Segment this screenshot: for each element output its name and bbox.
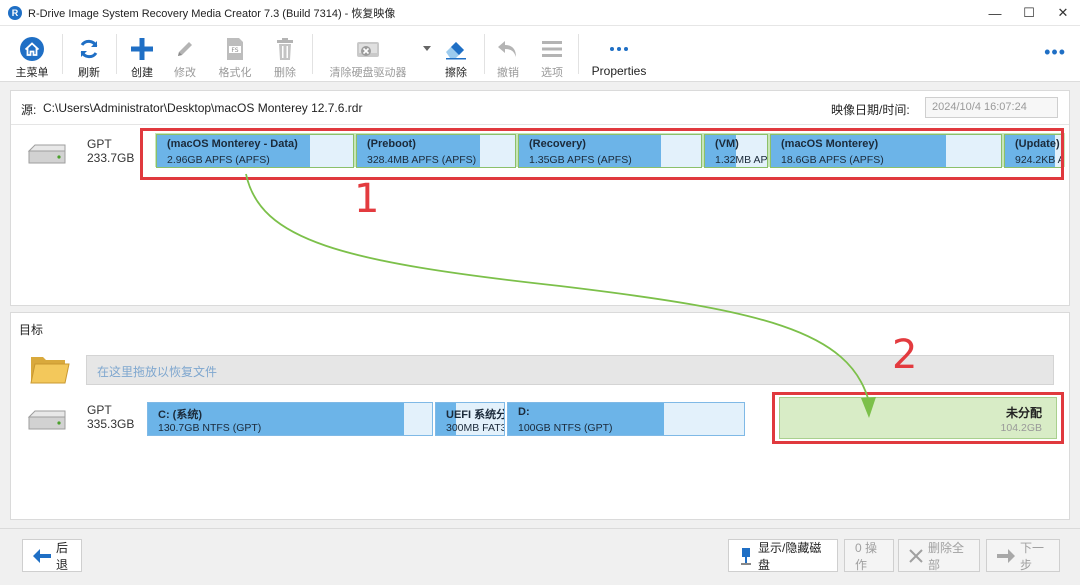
operations-button[interactable]: 0 操作 <box>844 539 894 572</box>
source-disk-size: 233.7GB <box>87 151 135 165</box>
folder-icon <box>30 357 70 384</box>
create-label: 创建 <box>131 67 153 79</box>
toolbar-separator <box>484 34 485 74</box>
source-header: 源: C:\Users\Administrator\Desktop\macOS … <box>11 91 1069 125</box>
arrow-right-icon <box>997 548 1015 563</box>
refresh-label: 刷新 <box>78 67 100 79</box>
refresh-icon <box>77 32 101 66</box>
format-fs-icon: FS <box>224 32 246 66</box>
target-partition[interactable]: C: (系统) 130.7GB NTFS (GPT) <box>147 402 433 436</box>
main-menu-label: 主菜单 <box>15 67 49 79</box>
bottom-bar: 后退 显示/隐藏磁盘 0 操作 删除全部 下一步 <box>0 528 1080 585</box>
back-button[interactable]: 后退 <box>22 539 82 572</box>
undo-icon <box>496 32 520 66</box>
app-logo-icon: R <box>8 5 22 20</box>
show-hide-disks-label: 显示/隐藏磁盘 <box>758 540 822 572</box>
delete-all-label: 删除全部 <box>928 540 965 572</box>
partition-detail: 300MB FAT32 (GPT) <box>446 422 504 434</box>
chevron-down-icon <box>423 32 431 66</box>
window-title: R-Drive Image System Recovery Media Crea… <box>28 7 396 20</box>
annotation-mark-1: 1 <box>354 176 380 222</box>
partition-name: C: (系统) <box>158 409 202 421</box>
wipe-drive-icon <box>353 32 383 66</box>
image-date-label: 映像日期/时间: <box>831 103 910 117</box>
erase-button[interactable]: 擦除 <box>438 26 474 82</box>
partition-detail: 100GB NTFS (GPT) <box>518 422 613 434</box>
disk-drive-icon <box>27 144 66 164</box>
properties-button[interactable]: Properties <box>588 26 650 82</box>
home-icon <box>19 32 45 66</box>
title-bar: R R-Drive Image System Recovery Media Cr… <box>0 0 1080 26</box>
wipe-dropdown-button[interactable] <box>420 26 434 82</box>
plus-icon <box>130 32 154 66</box>
options-label: 选项 <box>541 67 563 79</box>
back-label: 后退 <box>56 540 69 572</box>
more-dots-icon <box>608 32 630 66</box>
target-partition[interactable]: UEFI 系统分区 300MB FAT32 (GPT) <box>435 402 505 436</box>
undo-button[interactable]: 撤销 <box>490 26 526 82</box>
target-disk-type: GPT <box>87 403 112 417</box>
annotation-box-source <box>140 128 1064 180</box>
delete-label: 删除 <box>274 67 296 79</box>
annotation-mark-2: 2 <box>892 332 918 378</box>
toolbar-separator <box>312 34 313 74</box>
annotation-box-target <box>772 392 1064 444</box>
disk-drive-icon <box>27 410 66 430</box>
erase-label: 擦除 <box>445 67 467 79</box>
properties-label: Properties <box>591 64 647 78</box>
source-label: 源: <box>21 103 37 117</box>
image-date-field: 2024/10/4 16:07:24 <box>925 97 1058 118</box>
trash-icon <box>274 32 296 66</box>
next-label: 下一步 <box>1020 540 1045 572</box>
options-button[interactable]: 选项 <box>534 26 570 82</box>
partition-name: UEFI 系统分区 <box>446 409 504 421</box>
toolbar-overflow-button[interactable]: ••• <box>1044 42 1066 63</box>
partition-detail: 130.7GB NTFS (GPT) <box>158 422 262 434</box>
target-disk-size: 335.3GB <box>87 417 135 431</box>
target-partition[interactable]: D: 100GB NTFS (GPT) <box>507 402 745 436</box>
target-partition-bar: C: (系统) 130.7GB NTFS (GPT) UEFI 系统分区 300… <box>147 402 745 436</box>
source-path: C:\Users\Administrator\Desktop\macOS Mon… <box>43 101 363 115</box>
toolbar-separator <box>116 34 117 74</box>
disk-plug-icon <box>739 547 753 565</box>
wipe-drive-button[interactable]: 清除硬盘驱动器 <box>320 26 416 82</box>
wipe-drive-label: 清除硬盘驱动器 <box>329 67 407 79</box>
show-hide-disks-button[interactable]: 显示/隐藏磁盘 <box>728 539 838 572</box>
modify-label: 修改 <box>174 67 196 79</box>
source-disk-type: GPT <box>87 137 112 151</box>
main-menu-button[interactable]: 主菜单 <box>8 26 56 82</box>
toolbar-separator <box>62 34 63 74</box>
undo-label: 撤销 <box>497 67 519 79</box>
target-label: 目标 <box>19 323 44 337</box>
refresh-button[interactable]: 刷新 <box>68 26 110 82</box>
svg-text:FS: FS <box>231 47 238 54</box>
close-x-icon <box>909 548 923 563</box>
format-button[interactable]: FS 格式化 <box>212 26 258 82</box>
delete-button[interactable]: 删除 <box>264 26 306 82</box>
maximize-button[interactable]: ☐ <box>1012 0 1046 26</box>
arrow-left-icon <box>33 548 51 563</box>
toolbar: 主菜单 刷新 创建 修改 FS 格式化 删除 清除硬盘驱动器 擦除 撤销 选项 … <box>0 26 1080 82</box>
format-label: 格式化 <box>218 67 252 79</box>
minimize-button[interactable]: — <box>978 0 1012 26</box>
toolbar-separator <box>578 34 579 74</box>
modify-button[interactable]: 修改 <box>164 26 206 82</box>
close-button[interactable]: ✕ <box>1046 0 1080 26</box>
delete-all-button[interactable]: 删除全部 <box>898 539 980 572</box>
create-button[interactable]: 创建 <box>122 26 162 82</box>
pencil-icon <box>174 32 196 66</box>
window-controls: — ☐ ✕ <box>978 0 1080 26</box>
next-button[interactable]: 下一步 <box>986 539 1060 572</box>
options-icon <box>541 32 563 66</box>
source-panel: 源: C:\Users\Administrator\Desktop\macOS … <box>10 90 1070 306</box>
operations-label: 0 操作 <box>855 540 878 572</box>
partition-name: D: <box>518 406 530 418</box>
eraser-icon <box>443 32 469 66</box>
